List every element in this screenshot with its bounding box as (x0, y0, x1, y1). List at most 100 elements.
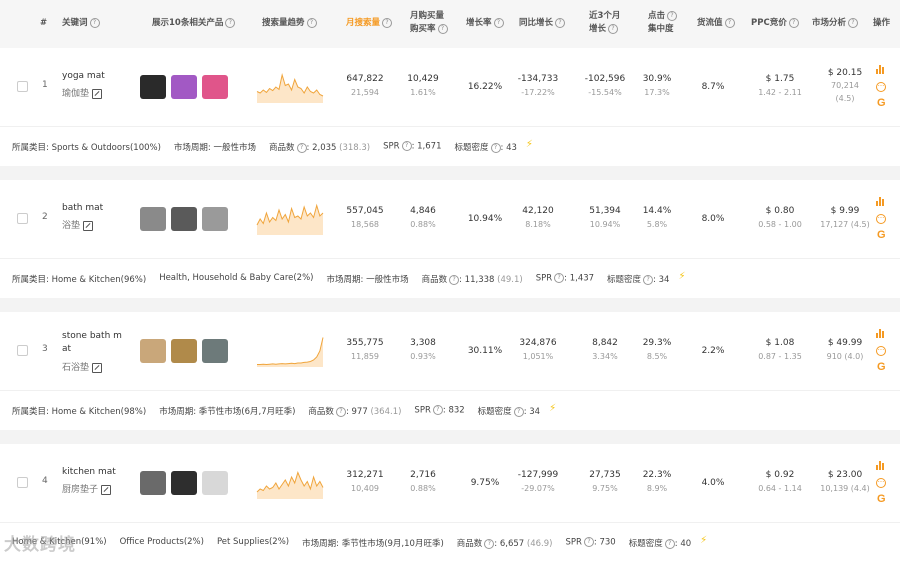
meta-value[interactable]: Office Products(2%) (120, 537, 204, 547)
more-dots-icon[interactable]: ··· (876, 82, 888, 94)
help-icon[interactable]: ? (490, 142, 501, 153)
product-thumbnail[interactable] (171, 207, 197, 231)
meta-value[interactable]: Home & Kitchen(98%) (52, 407, 147, 417)
help-icon[interactable]: ? (848, 17, 859, 28)
chart-bars-icon[interactable] (876, 196, 888, 208)
growth-value: 9.75% (470, 478, 500, 488)
google-icon[interactable]: G (877, 229, 889, 241)
search-trend-sparkline[interactable] (256, 68, 324, 104)
category-meta-bar: Home & Kitchen(91%) Office Products(2%) Pe… (0, 522, 900, 563)
product-thumbnail[interactable] (202, 339, 228, 363)
help-icon[interactable]: ? (643, 274, 654, 285)
meta-value[interactable]: Pet Supplies(2%) (217, 537, 289, 547)
chart-bars-icon[interactable] (876, 328, 888, 340)
google-icon[interactable]: G (877, 97, 889, 109)
product-thumbnail[interactable] (171, 75, 197, 99)
product-thumbnail[interactable] (202, 207, 228, 231)
meta-value[interactable]: 季节性市场(6月,7月旺季) (199, 407, 296, 417)
product-thumbnail[interactable] (171, 339, 197, 363)
help-icon[interactable]: ? (89, 17, 100, 28)
product-thumbnail[interactable] (140, 207, 166, 231)
help-icon[interactable]: ? (382, 17, 393, 28)
google-icon[interactable]: G (877, 493, 889, 505)
help-icon[interactable]: ? (449, 274, 460, 285)
search-trend-sparkline[interactable] (256, 200, 324, 236)
header-ppc-label: PPC竞价 (751, 18, 787, 28)
meta-item: 市场周期: 一般性市场 (174, 141, 256, 153)
chart-bars-icon[interactable] (876, 64, 888, 76)
meta-value[interactable]: 季节性市场(9月,10月旺季) (342, 539, 444, 549)
header-ppc[interactable]: PPC竞价? (751, 17, 799, 30)
header-yoy[interactable]: 同比增长? (519, 17, 566, 30)
header-monthly-buy[interactable]: 月购买量 购买率? (410, 10, 448, 36)
help-icon[interactable]: ? (583, 537, 594, 547)
lightning-icon[interactable]: ⚡ (700, 535, 707, 546)
header-click[interactable]: 点击? 集中度 (648, 10, 678, 36)
help-icon[interactable]: ? (554, 273, 565, 283)
meta-value[interactable]: Sports & Outdoors(100%) (52, 143, 161, 153)
help-icon[interactable]: ? (335, 406, 346, 417)
header-monthly-search[interactable]: 月搜索量? (346, 17, 393, 30)
keyword-link[interactable]: bath mat (62, 202, 103, 215)
header-action: 操作 (873, 18, 891, 28)
header-trend[interactable]: 搜索量趋势? (262, 17, 317, 30)
header-3m[interactable]: 近3个月 增长? (589, 10, 620, 36)
more-dots-icon[interactable]: ··· (876, 478, 888, 490)
lightning-icon[interactable]: ⚡ (678, 271, 685, 282)
help-icon[interactable]: ? (225, 17, 236, 28)
help-icon[interactable]: ? (513, 406, 524, 417)
market-price: $ 20.15 (827, 68, 863, 78)
google-icon[interactable]: G (877, 361, 889, 373)
product-thumbnail[interactable] (171, 471, 197, 495)
row-index: 1 (42, 80, 48, 90)
help-icon[interactable]: ? (608, 23, 619, 34)
keyword-link[interactable]: stone bath m at (62, 330, 122, 356)
meta-value[interactable]: Home & Kitchen(96%) (52, 275, 147, 285)
edit-icon[interactable] (101, 484, 112, 495)
row-checkbox[interactable] (17, 81, 28, 92)
edit-icon[interactable] (83, 220, 94, 231)
header-market[interactable]: 市场分析? (812, 17, 859, 30)
help-icon[interactable]: ? (664, 538, 675, 549)
meta-value[interactable]: Health, Household & Baby Care(2%) (159, 273, 313, 283)
more-dots-icon[interactable]: ··· (876, 346, 888, 358)
help-icon[interactable]: ? (667, 10, 678, 21)
help-icon[interactable]: ? (555, 17, 566, 28)
keyword-link[interactable]: yoga mat (62, 70, 105, 83)
chart-bars-icon[interactable] (876, 460, 888, 472)
edit-icon[interactable] (92, 362, 103, 373)
help-icon[interactable]: ? (493, 17, 504, 28)
row-checkbox[interactable] (17, 477, 28, 488)
product-thumbnail[interactable] (202, 75, 228, 99)
help-icon[interactable]: ? (306, 17, 317, 28)
search-trend-sparkline[interactable] (256, 332, 324, 368)
edit-icon[interactable] (92, 88, 103, 99)
header-products[interactable]: 展示10条相关产品? (152, 17, 236, 30)
row-checkbox[interactable] (17, 345, 28, 356)
header-flow[interactable]: 货流值? (697, 17, 735, 30)
more-dots-icon[interactable]: ··· (876, 214, 888, 226)
meta-value[interactable]: 一般性市场 (366, 275, 409, 285)
bar (876, 333, 878, 338)
keyword-link[interactable]: kitchen mat (62, 466, 116, 479)
product-thumbnail[interactable] (140, 471, 166, 495)
search-trend-sparkline[interactable] (256, 464, 324, 500)
help-icon[interactable]: ? (484, 538, 495, 549)
header-growth[interactable]: 增长率? (466, 17, 504, 30)
product-thumbnail[interactable] (140, 75, 166, 99)
meta-value[interactable]: 一般性市场 (214, 143, 257, 153)
header-index: # (40, 18, 48, 28)
help-icon[interactable]: ? (788, 17, 799, 28)
product-thumbnail[interactable] (202, 471, 228, 495)
lightning-icon[interactable]: ⚡ (549, 403, 556, 414)
product-thumbnail[interactable] (140, 339, 166, 363)
row-separator (0, 298, 900, 312)
help-icon[interactable]: ? (401, 141, 412, 151)
row-checkbox[interactable] (17, 213, 28, 224)
help-icon[interactable]: ? (296, 142, 307, 153)
help-icon[interactable]: ? (437, 23, 448, 34)
help-icon[interactable]: ? (724, 17, 735, 28)
header-keyword[interactable]: 关键词? (62, 17, 100, 30)
lightning-icon[interactable]: ⚡ (526, 139, 533, 150)
help-icon[interactable]: ? (432, 405, 443, 415)
